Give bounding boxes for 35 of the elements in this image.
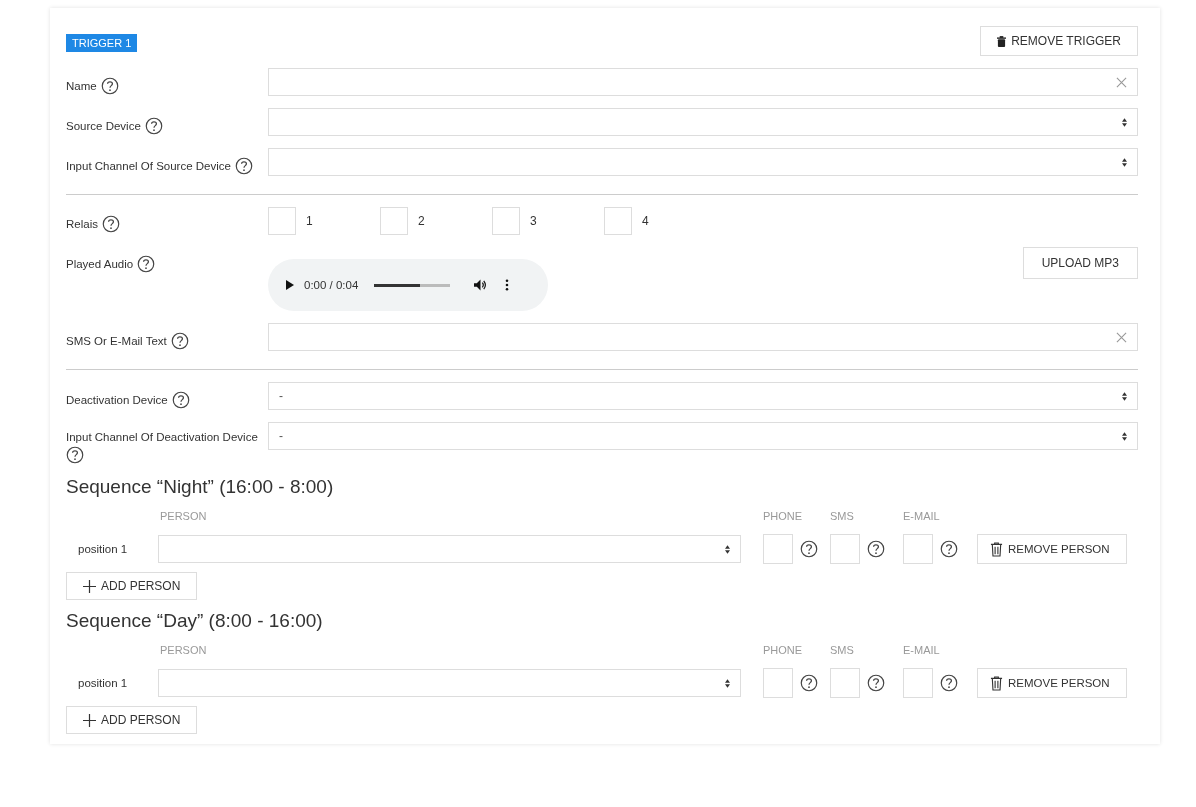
remove-person-button[interactable]: REMOVE PERSON [977, 534, 1127, 564]
upload-button[interactable]: UPLOAD MP3 [1022, 247, 1138, 279]
field-label: Input Channel Of Source Device [66, 159, 231, 173]
field-label: Deactivation Device [66, 393, 168, 407]
checkbox-label: 4 [642, 214, 649, 228]
column-header: E-MAIL [903, 510, 941, 522]
checkbox-label: 3 [530, 214, 537, 228]
field-label: Name [66, 79, 97, 93]
position-label: position 1 [77, 677, 129, 689]
field-label: Relais [66, 217, 98, 231]
column-header: PERSON [159, 644, 208, 656]
select-field[interactable]: - [268, 382, 1138, 410]
field-label: Input Channel Of Deactivation Device [66, 430, 258, 444]
select-field[interactable]: - [268, 422, 1138, 450]
trigger-badge: TRIGGER 1 [66, 34, 138, 52]
field-label: SMS Or E-Mail Text [66, 334, 167, 348]
checkbox-label: 1 [306, 214, 313, 228]
remove-trigger-button[interactable]: REMOVE TRIGGER [980, 26, 1138, 56]
audio-player[interactable]: 0:00 / 0:04 [268, 259, 548, 311]
column-header: SMS [830, 510, 855, 522]
add-person-button[interactable]: ADD PERSON [66, 706, 198, 734]
audio-time: 0:00 / 0:04 [304, 279, 359, 291]
column-header: SMS [830, 644, 855, 656]
sequence-title: Sequence “Day” (8:00 - 16:00) [66, 610, 324, 632]
field-label: Source Device [66, 119, 141, 133]
field-label: Played Audio [66, 257, 134, 271]
sequence-title: Sequence “Night” (16:00 - 8:00) [66, 476, 335, 498]
position-label: position 1 [77, 543, 129, 555]
column-header: PHONE [763, 644, 804, 656]
column-header: PHONE [763, 510, 804, 522]
add-person-button[interactable]: ADD PERSON [66, 572, 198, 600]
checkbox-label: 2 [418, 214, 425, 228]
column-header: E-MAIL [903, 644, 941, 656]
remove-person-button[interactable]: REMOVE PERSON [977, 668, 1127, 698]
column-header: PERSON [159, 510, 208, 522]
